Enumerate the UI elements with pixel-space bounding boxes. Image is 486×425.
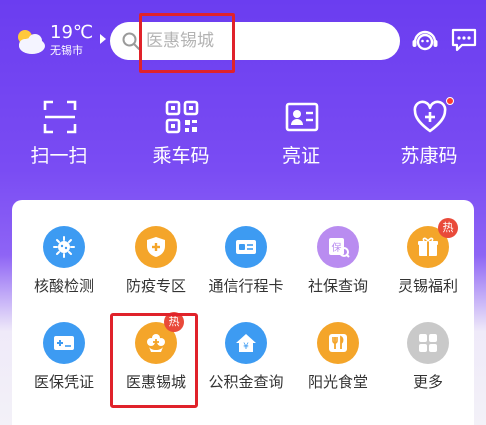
service-label: 核酸检测 xyxy=(33,277,94,295)
quick-scan[interactable]: 扫一扫 xyxy=(4,96,114,176)
quick-label: 乘车码 xyxy=(152,145,210,167)
service-icon-bg xyxy=(225,226,267,268)
quick-show-id[interactable]: 亮证 xyxy=(246,96,356,176)
service-icon-bg xyxy=(43,226,85,268)
service-label: 阳光食堂 xyxy=(307,373,368,391)
scan-icon xyxy=(43,100,77,134)
service-social-security[interactable]: 保 社保查询 xyxy=(292,212,384,304)
weather-widget[interactable]: 19℃ 无锡市 xyxy=(12,22,108,62)
weather-city: 无锡市 xyxy=(50,44,83,57)
service-icon-bg xyxy=(43,322,85,364)
quick-label: 苏康码 xyxy=(400,145,458,167)
gift-icon xyxy=(418,237,438,256)
canteen-icon xyxy=(329,334,347,352)
more-grid-icon xyxy=(419,334,437,352)
service-medical-voucher[interactable]: 医保凭证 xyxy=(18,308,110,400)
weather-temperature: 19℃ xyxy=(50,22,94,43)
search-icon xyxy=(122,32,140,50)
services-panel: 核酸检测 防疫专区 通信行程卡 保 社保查询 热 灵锡福利 医保凭证 热 医惠锡… xyxy=(12,200,474,425)
service-icon-bg xyxy=(135,226,177,268)
service-travel-card[interactable]: 通信行程卡 xyxy=(200,212,292,304)
service-housing-fund[interactable]: ¥ 公积金查询 xyxy=(200,308,292,400)
medical-card-icon xyxy=(54,336,74,350)
service-label: 医保凭证 xyxy=(33,373,94,391)
service-nucleic-test[interactable]: 核酸检测 xyxy=(18,212,110,304)
travel-card-icon xyxy=(236,240,256,254)
chevron-right-icon xyxy=(100,34,106,44)
customer-service-icon[interactable] xyxy=(410,26,440,56)
housing-fund-icon: ¥ xyxy=(236,334,256,352)
service-label: 更多 xyxy=(412,373,443,391)
notification-dot xyxy=(446,97,454,105)
service-label: 公积金查询 xyxy=(208,373,284,391)
service-welfare[interactable]: 热 灵锡福利 xyxy=(382,212,474,304)
service-label: 灵锡福利 xyxy=(397,277,458,295)
partly-cloudy-icon xyxy=(18,30,45,54)
service-label: 社保查询 xyxy=(307,277,368,295)
service-canteen[interactable]: 阳光食堂 xyxy=(292,308,384,400)
virus-icon xyxy=(53,236,75,258)
service-label: 通信行程卡 xyxy=(208,277,284,295)
id-card-icon xyxy=(285,102,319,132)
social-security-icon: 保 xyxy=(329,238,350,258)
service-icon-bg xyxy=(407,322,449,364)
svg-text:¥: ¥ xyxy=(243,342,249,352)
quick-actions: 扫一扫 乘车码 亮证 苏康码 xyxy=(0,96,486,176)
qr-code-icon xyxy=(165,100,199,134)
quick-label: 扫一扫 xyxy=(30,145,88,167)
service-more[interactable]: 更多 xyxy=(382,308,474,400)
service-icon-bg: 保 xyxy=(317,226,359,268)
message-icon[interactable] xyxy=(450,26,478,54)
hot-badge: 热 xyxy=(438,218,458,238)
quick-label: 亮证 xyxy=(281,145,320,167)
quick-health-code[interactable]: 苏康码 xyxy=(374,96,484,176)
service-label: 防疫专区 xyxy=(125,277,186,295)
service-icon-bg: ¥ xyxy=(225,322,267,364)
service-highlight-box xyxy=(110,313,198,408)
service-epidemic-zone[interactable]: 防疫专区 xyxy=(110,212,202,304)
top-bar: 19℃ 无锡市 医惠锡城 xyxy=(0,0,486,86)
search-highlight-box xyxy=(139,13,235,73)
service-icon-bg xyxy=(317,322,359,364)
shield-plus-icon xyxy=(147,237,165,257)
quick-bus-code[interactable]: 乘车码 xyxy=(126,96,236,176)
health-heart-icon xyxy=(413,100,447,133)
